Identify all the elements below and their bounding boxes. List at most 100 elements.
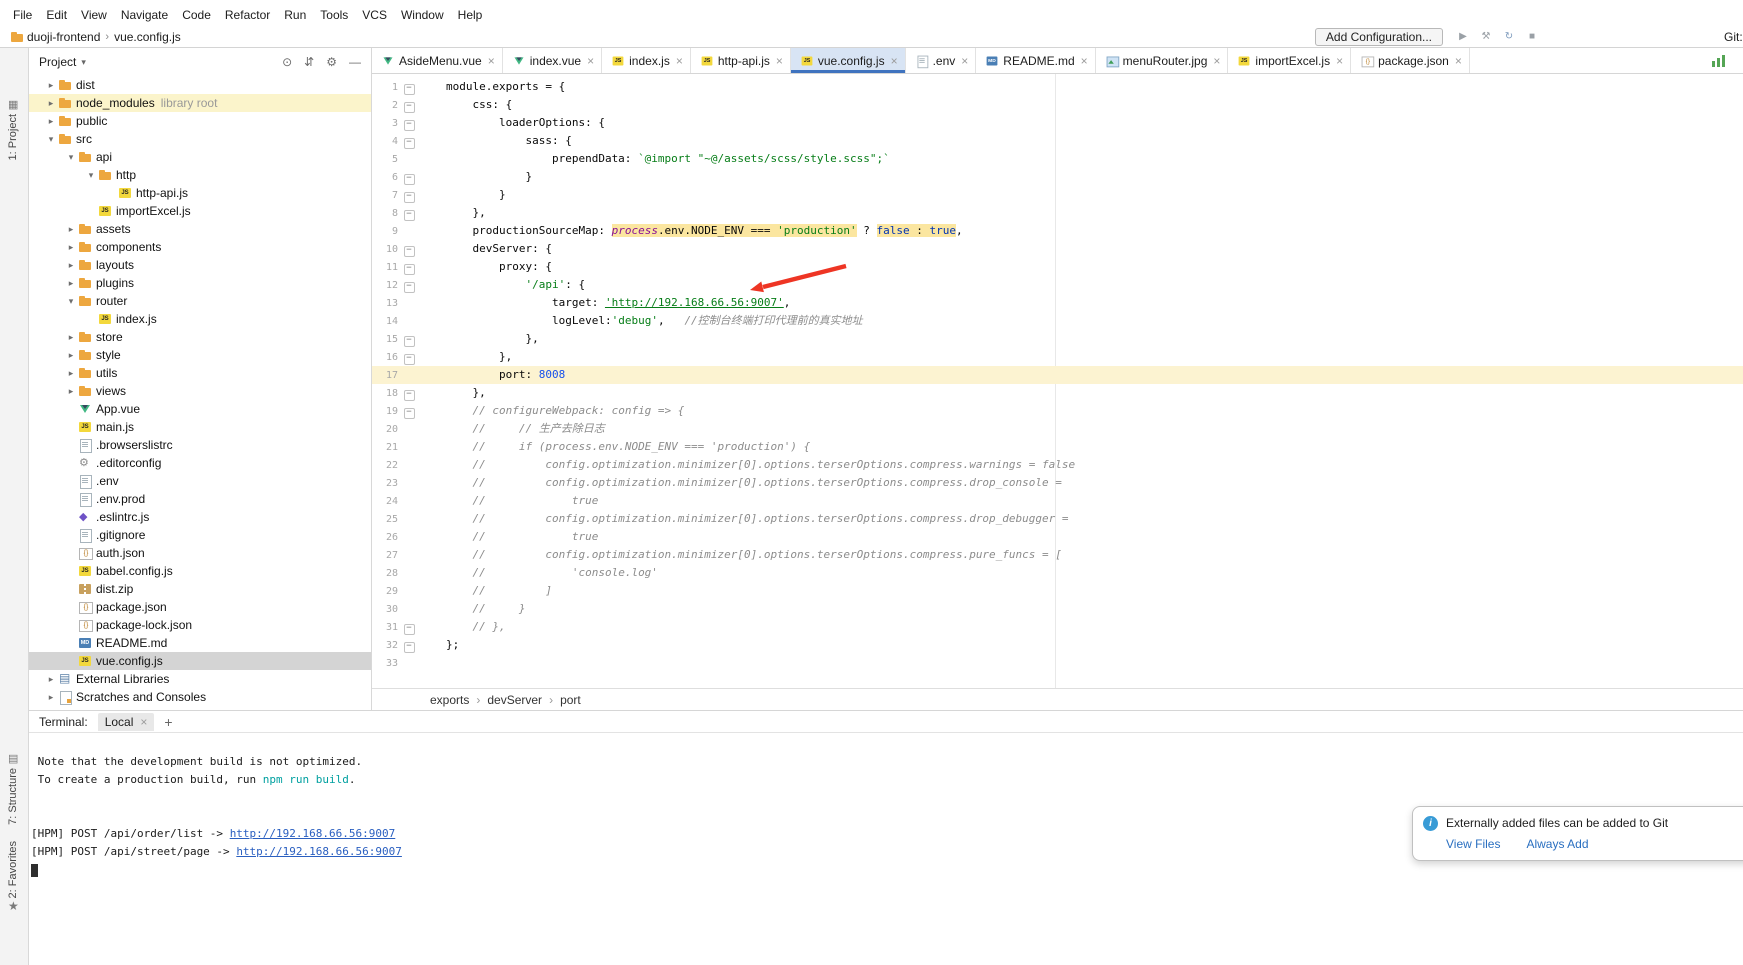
terminal-link[interactable]: http://192.168.66.56:9007 bbox=[230, 827, 396, 840]
notification-action-view-files[interactable]: View Files bbox=[1446, 837, 1500, 851]
tab-index-vue[interactable]: index.vue bbox=[503, 48, 602, 73]
tool-button-favorites[interactable]: 2: Favorites bbox=[7, 841, 19, 898]
new-terminal-icon[interactable] bbox=[164, 714, 172, 730]
line-number[interactable]: 13 bbox=[372, 295, 398, 313]
close-icon[interactable] bbox=[891, 54, 898, 68]
line-number[interactable]: 19 bbox=[372, 403, 398, 421]
code-line-31[interactable]: 31 // }, bbox=[372, 618, 1743, 636]
favorites-star-icon[interactable] bbox=[8, 899, 19, 913]
chevron-closed-icon[interactable] bbox=[64, 368, 78, 379]
fold-marker[interactable] bbox=[398, 330, 420, 348]
line-number[interactable]: 9 bbox=[372, 223, 398, 241]
line-number[interactable]: 15 bbox=[372, 331, 398, 349]
code-line-14[interactable]: 14 logLevel:'debug', //控制台终端打印代理前的真实地址 bbox=[372, 312, 1743, 330]
tab-menurouter-jpg[interactable]: menuRouter.jpg bbox=[1096, 48, 1229, 73]
tree-item-browserslistrc[interactable]: .browserslistrc bbox=[29, 436, 371, 454]
code-line-16[interactable]: 16 }, bbox=[372, 348, 1743, 366]
code-line-11[interactable]: 11 proxy: { bbox=[372, 258, 1743, 276]
code-line-20[interactable]: 20 // // 生产去除日志 bbox=[372, 420, 1743, 438]
fold-marker[interactable] bbox=[398, 78, 420, 96]
close-icon[interactable] bbox=[488, 54, 495, 68]
tree-item-http[interactable]: http bbox=[29, 166, 371, 184]
close-icon[interactable] bbox=[676, 54, 683, 68]
fold-marker[interactable] bbox=[398, 618, 420, 636]
code-line-18[interactable]: 18 }, bbox=[372, 384, 1743, 402]
terminal-link[interactable]: http://192.168.66.56:9007 bbox=[236, 845, 402, 858]
fold-marker[interactable] bbox=[398, 132, 420, 150]
chevron-closed-icon[interactable] bbox=[64, 260, 78, 271]
line-number[interactable]: 2 bbox=[372, 97, 398, 115]
line-number[interactable]: 32 bbox=[372, 637, 398, 655]
menu-item-refactor[interactable]: Refactor bbox=[218, 6, 277, 24]
tree-item-external-libraries[interactable]: External Libraries bbox=[29, 670, 371, 688]
menu-item-vcs[interactable]: VCS bbox=[355, 6, 394, 24]
line-number[interactable]: 33 bbox=[372, 655, 398, 673]
tree-item-vue-config-js[interactable]: vue.config.js bbox=[29, 652, 371, 670]
gear-icon[interactable] bbox=[326, 55, 337, 69]
code-line-15[interactable]: 15 }, bbox=[372, 330, 1743, 348]
tree-item-package-lock-json[interactable]: package-lock.json bbox=[29, 616, 371, 634]
code-line-3[interactable]: 3 loaderOptions: { bbox=[372, 114, 1743, 132]
chevron-open-icon[interactable] bbox=[64, 152, 78, 163]
code-line-19[interactable]: 19 // configureWebpack: config => { bbox=[372, 402, 1743, 420]
line-number[interactable]: 11 bbox=[372, 259, 398, 277]
code-line-12[interactable]: 12 '/api': { bbox=[372, 276, 1743, 294]
close-icon[interactable] bbox=[1213, 54, 1220, 68]
line-number[interactable]: 1 bbox=[372, 79, 398, 97]
breadcrumb-exports[interactable]: exports bbox=[430, 693, 469, 707]
line-number[interactable]: 7 bbox=[372, 187, 398, 205]
tree-item-public[interactable]: public bbox=[29, 112, 371, 130]
line-number[interactable]: 18 bbox=[372, 385, 398, 403]
toolbar-breadcrumb-file[interactable]: vue.config.js bbox=[114, 30, 181, 44]
code-line-4[interactable]: 4 sass: { bbox=[372, 132, 1743, 150]
tree-item-babel-config-js[interactable]: babel.config.js bbox=[29, 562, 371, 580]
notification-action-always-add[interactable]: Always Add bbox=[1526, 837, 1588, 851]
hide-panel-icon[interactable] bbox=[349, 55, 361, 69]
tab-asidemenu-vue[interactable]: AsideMenu.vue bbox=[372, 48, 503, 73]
code-line-1[interactable]: 1module.exports = { bbox=[372, 78, 1743, 96]
line-number[interactable]: 16 bbox=[372, 349, 398, 367]
code-line-30[interactable]: 30 // } bbox=[372, 600, 1743, 618]
tree-item-layouts[interactable]: layouts bbox=[29, 256, 371, 274]
code-line-17[interactable]: 17 port: 8008 bbox=[372, 366, 1743, 384]
code-line-33[interactable]: 33 bbox=[372, 654, 1743, 672]
tree-item-store[interactable]: store bbox=[29, 328, 371, 346]
tree-item-src[interactable]: src bbox=[29, 130, 371, 148]
chevron-down-icon[interactable]: ▾ bbox=[81, 57, 86, 68]
fold-marker[interactable] bbox=[398, 168, 420, 186]
chevron-closed-icon[interactable] bbox=[64, 278, 78, 289]
chevron-open-icon[interactable] bbox=[64, 296, 78, 307]
sync-icon[interactable] bbox=[1501, 29, 1517, 45]
code-line-13[interactable]: 13 target: 'http://192.168.66.56:9007', bbox=[372, 294, 1743, 312]
code-line-2[interactable]: 2 css: { bbox=[372, 96, 1743, 114]
tree-item-main-js[interactable]: main.js bbox=[29, 418, 371, 436]
fold-marker[interactable] bbox=[398, 348, 420, 366]
line-number[interactable]: 23 bbox=[372, 475, 398, 493]
tab-http-api-js[interactable]: http-api.js bbox=[691, 48, 791, 73]
tree-item-importexcel-js[interactable]: importExcel.js bbox=[29, 202, 371, 220]
fold-marker[interactable] bbox=[398, 114, 420, 132]
run-icon[interactable] bbox=[1455, 29, 1471, 45]
tab-importexcel-js[interactable]: importExcel.js bbox=[1228, 48, 1351, 73]
fold-marker[interactable] bbox=[398, 96, 420, 114]
menu-item-run[interactable]: Run bbox=[277, 6, 313, 24]
close-icon[interactable] bbox=[1455, 54, 1462, 68]
chevron-closed-icon[interactable] bbox=[64, 386, 78, 397]
code-line-32[interactable]: 32}; bbox=[372, 636, 1743, 654]
line-number[interactable]: 12 bbox=[372, 277, 398, 295]
chevron-closed-icon[interactable] bbox=[64, 242, 78, 253]
chevron-closed-icon[interactable] bbox=[64, 350, 78, 361]
fold-marker[interactable] bbox=[398, 258, 420, 276]
fold-marker[interactable] bbox=[398, 276, 420, 294]
tree-item-eslintrc-js[interactable]: .eslintrc.js bbox=[29, 508, 371, 526]
code-line-22[interactable]: 22 // config.optimization.minimizer[0].o… bbox=[372, 456, 1743, 474]
stop-icon[interactable] bbox=[1524, 29, 1540, 45]
menu-item-help[interactable]: Help bbox=[451, 6, 490, 24]
menu-item-window[interactable]: Window bbox=[394, 6, 451, 24]
fold-marker[interactable] bbox=[398, 186, 420, 204]
line-number[interactable]: 5 bbox=[372, 151, 398, 169]
tab-env[interactable]: .env bbox=[906, 48, 977, 73]
chevron-closed-icon[interactable] bbox=[64, 224, 78, 235]
line-number[interactable]: 28 bbox=[372, 565, 398, 583]
code-line-10[interactable]: 10 devServer: { bbox=[372, 240, 1743, 258]
